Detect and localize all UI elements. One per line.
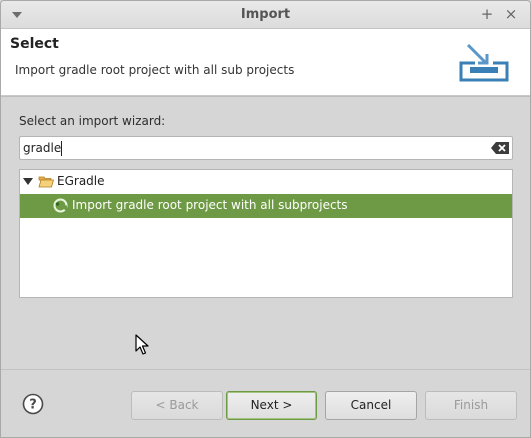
- wizard-select-label: Select an import wizard:: [19, 114, 166, 128]
- close-icon[interactable]: ×: [503, 6, 519, 22]
- import-dialog: Import + × Select Import gradle root pro…: [0, 0, 531, 438]
- wizard-filter-input[interactable]: [23, 139, 483, 157]
- tree-item-import-gradle-root[interactable]: Import gradle root project with all subp…: [20, 194, 512, 218]
- wizard-header: Select Import gradle root project with a…: [1, 29, 530, 96]
- wizard-filter-field[interactable]: [19, 136, 513, 160]
- finish-button[interactable]: Finish: [425, 391, 517, 420]
- header-separator: [1, 96, 530, 97]
- page-title: Select: [10, 36, 59, 52]
- footer-separator: [1, 369, 530, 370]
- folder-open-icon: [38, 176, 54, 188]
- gradle-icon: [53, 198, 68, 213]
- next-button[interactable]: Next >: [226, 391, 317, 420]
- tree-item-egradle[interactable]: EGradle: [20, 170, 512, 194]
- window-title: Import: [240, 7, 291, 22]
- tree-item-label: EGradle: [57, 174, 105, 188]
- import-wizard-icon: [459, 43, 509, 82]
- maximize-icon[interactable]: +: [479, 6, 495, 22]
- clear-text-icon[interactable]: [490, 141, 510, 155]
- cancel-button[interactable]: Cancel: [325, 391, 417, 420]
- help-icon[interactable]: ?: [22, 393, 44, 415]
- title-bar: Import + ×: [1, 1, 530, 29]
- expand-arrow-icon[interactable]: [23, 178, 33, 185]
- page-description: Import gradle root project with all sub …: [15, 63, 295, 77]
- back-button[interactable]: < Back: [131, 391, 223, 420]
- svg-text:?: ?: [29, 398, 37, 413]
- tree-item-label: Import gradle root project with all subp…: [72, 198, 348, 212]
- mouse-cursor-icon: [135, 334, 149, 355]
- wizard-tree[interactable]: EGradle Import gradle root project with …: [19, 169, 513, 298]
- text-caret: [61, 141, 62, 156]
